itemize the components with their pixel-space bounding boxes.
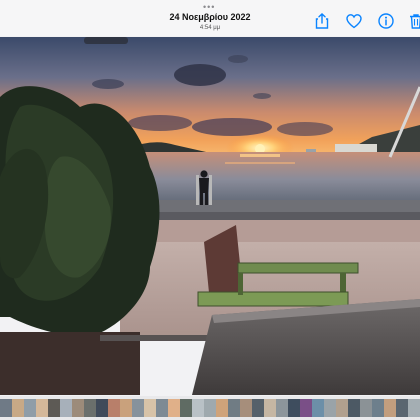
- delete-button[interactable]: [407, 12, 420, 30]
- filmstrip-thumbnail[interactable]: [408, 399, 420, 417]
- share-button[interactable]: [313, 12, 331, 30]
- photo-date: 24 Νοεμβρίου 2022: [169, 12, 251, 22]
- favorite-button[interactable]: [345, 12, 363, 30]
- share-icon: [315, 13, 329, 29]
- info-icon: [378, 13, 394, 29]
- sunset-harbor-image: [0, 37, 420, 395]
- heart-icon: [346, 14, 362, 29]
- trash-icon: [410, 14, 420, 29]
- info-button[interactable]: [377, 12, 395, 30]
- photo-toolbar: ••• 24 Νοεμβρίου 2022 4:54 μμ: [0, 0, 420, 36]
- photo-time: 4:54 μμ: [199, 25, 221, 31]
- photo-filmstrip: [0, 396, 420, 420]
- window-grabber-dots[interactable]: •••: [203, 3, 215, 12]
- main-photo[interactable]: [0, 37, 420, 395]
